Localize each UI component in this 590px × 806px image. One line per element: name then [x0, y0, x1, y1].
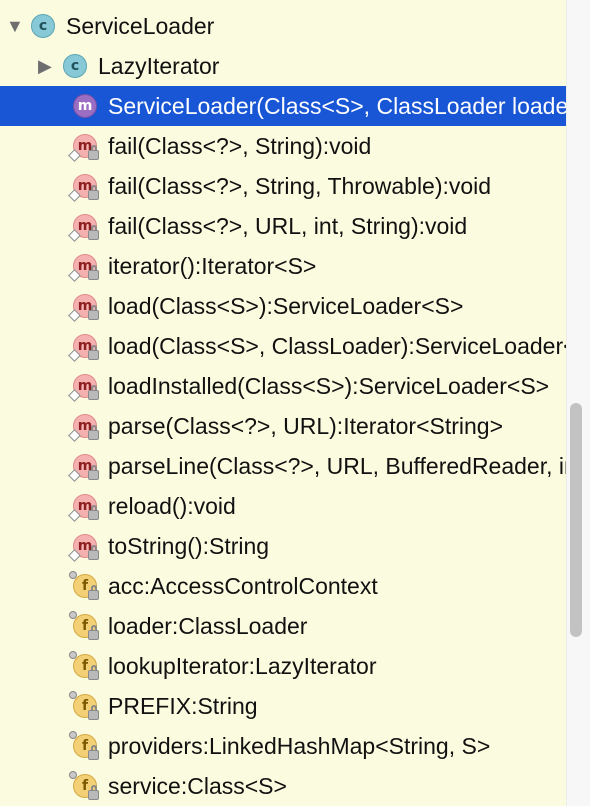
tree-item-method[interactable]: m load(Class<S>):ServiceLoader<S>	[0, 286, 566, 326]
lock-icon	[88, 585, 99, 600]
scrollbar-thumb[interactable]	[570, 403, 582, 637]
tree-item-field[interactable]: f service:Class<S>	[0, 766, 566, 806]
tree-item-label: loadInstalled(Class<S>):ServiceLoader<S>	[108, 372, 550, 399]
tree-item-label: loader:ClassLoader	[108, 612, 308, 639]
tree-item-method[interactable]: m parseLine(Class<?>, URL, BufferedReader…	[0, 446, 566, 486]
field-icon: f	[69, 571, 99, 600]
expand-arrow-icon[interactable]: ▼	[6, 16, 30, 37]
method-icon: m	[68, 453, 99, 482]
collapse-arrow-icon[interactable]: ▶	[38, 56, 62, 77]
tree-item-label: lookupIterator:LazyIterator	[108, 652, 377, 679]
final-pin-icon	[69, 611, 77, 619]
tree-item-field[interactable]: f acc:AccessControlContext	[0, 566, 566, 606]
lock-icon	[88, 785, 99, 800]
lock-icon	[88, 145, 99, 160]
tree-node-nested-class[interactable]: ▶ c LazyIterator	[0, 46, 566, 86]
tree-item-method[interactable]: m fail(Class<?>, String):void	[0, 126, 566, 166]
tree-item-label: reload():void	[108, 492, 236, 519]
final-pin-icon	[69, 771, 77, 779]
tree-item-method[interactable]: m fail(Class<?>, URL, int, String):void	[0, 206, 566, 246]
final-pin-icon	[69, 571, 77, 579]
tree-item-label: fail(Class<?>, URL, int, String):void	[108, 212, 468, 239]
structure-tree[interactable]: ▼ c ServiceLoader ▶ c LazyIterator m Serv…	[0, 0, 566, 806]
method-icon: m	[72, 93, 98, 119]
tree-item-label: iterator():Iterator<S>	[108, 252, 317, 279]
tree-item-method[interactable]: m fail(Class<?>, String, Throwable):void	[0, 166, 566, 206]
method-icon: m	[68, 533, 99, 562]
tree-item-label: fail(Class<?>, String):void	[108, 132, 372, 159]
tree-item-label: toString():String	[108, 532, 270, 559]
tree-item-field[interactable]: f lookupIterator:LazyIterator	[0, 646, 566, 686]
lock-icon	[88, 705, 99, 720]
tree-item-method[interactable]: m toString():String	[0, 526, 566, 566]
tree-item-label: service:Class<S>	[108, 772, 287, 799]
method-icon: m	[68, 213, 99, 242]
tree-item-method[interactable]: m parse(Class<?>, URL):Iterator<String>	[0, 406, 566, 446]
lock-icon	[88, 265, 99, 280]
tree-item-label: fail(Class<?>, String, Throwable):void	[108, 172, 492, 199]
method-icon: m	[68, 253, 99, 282]
field-icon: f	[69, 771, 99, 800]
lock-icon	[88, 665, 99, 680]
tree-item-label: parseLine(Class<?>, URL, BufferedReader,…	[108, 452, 566, 479]
tree-item-label: PREFIX:String	[108, 692, 258, 719]
tree-item-field[interactable]: f loader:ClassLoader	[0, 606, 566, 646]
tree-item-method[interactable]: m ServiceLoader(Class<S>, ClassLoader loa…	[0, 86, 566, 126]
lock-icon	[88, 225, 99, 240]
field-icon: f	[69, 691, 99, 720]
lock-icon	[88, 345, 99, 360]
tree-item-method[interactable]: m reload():void	[0, 486, 566, 526]
tree-node-root-class[interactable]: ▼ c ServiceLoader	[0, 6, 566, 46]
final-pin-icon	[69, 691, 77, 699]
tree-item-label: load(Class<S>):ServiceLoader<S>	[108, 292, 464, 319]
lock-icon	[88, 305, 99, 320]
tree-node-label: LazyIterator	[98, 52, 220, 79]
tree-item-label: parse(Class<?>, URL):Iterator<String>	[108, 412, 504, 439]
method-icon: m	[68, 293, 99, 322]
lock-icon	[88, 385, 99, 400]
method-icon: m	[68, 173, 99, 202]
vertical-scrollbar[interactable]	[566, 0, 590, 806]
field-icon: f	[69, 611, 99, 640]
lock-icon	[88, 505, 99, 520]
method-icon: m	[68, 133, 99, 162]
final-pin-icon	[69, 731, 77, 739]
tree-item-label: ServiceLoader(Class<S>, ClassLoader load…	[108, 92, 566, 119]
final-pin-icon	[69, 651, 77, 659]
method-icon: m	[68, 333, 99, 362]
lock-icon	[88, 545, 99, 560]
tree-item-method[interactable]: m loadInstalled(Class<S>):ServiceLoader<S…	[0, 366, 566, 406]
field-icon: f	[69, 651, 99, 680]
class-icon: c	[30, 13, 56, 39]
tree-item-label: load(Class<S>, ClassLoader):ServiceLoade…	[108, 332, 566, 359]
tree-item-label: providers:LinkedHashMap<String, S>	[108, 732, 491, 759]
method-icon: m	[68, 493, 99, 522]
lock-icon	[88, 625, 99, 640]
tree-item-field[interactable]: f PREFIX:String	[0, 686, 566, 726]
lock-icon	[88, 465, 99, 480]
method-icon: m	[68, 413, 99, 442]
lock-icon	[88, 745, 99, 760]
tree-item-method[interactable]: m iterator():Iterator<S>	[0, 246, 566, 286]
class-icon: c	[62, 53, 88, 79]
lock-icon	[88, 185, 99, 200]
field-icon: f	[69, 731, 99, 760]
method-icon: m	[68, 373, 99, 402]
tree-item-label: acc:AccessControlContext	[108, 572, 378, 599]
lock-icon	[88, 425, 99, 440]
tree-node-label: ServiceLoader	[66, 12, 215, 39]
tree-item-field[interactable]: f providers:LinkedHashMap<String, S>	[0, 726, 566, 766]
tree-item-method[interactable]: m load(Class<S>, ClassLoader):ServiceLoad…	[0, 326, 566, 366]
